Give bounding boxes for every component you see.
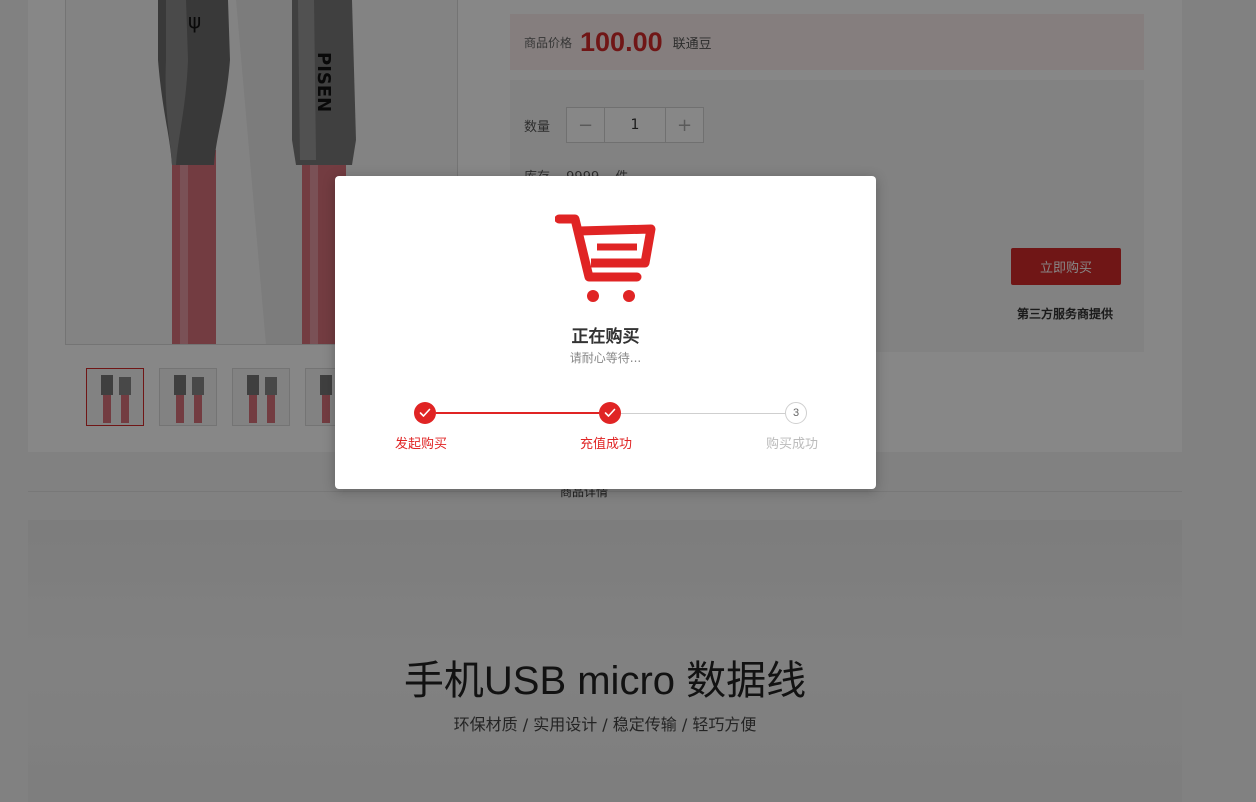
step-1-check-icon: [414, 402, 436, 424]
step-connector-pending: [621, 413, 785, 414]
purchase-progress-modal: 正在购买 请耐心等待... 3 发起购买 充值成功 购买成功: [335, 176, 876, 489]
modal-title: 正在购买: [571, 327, 640, 347]
step-3-label: 购买成功: [766, 437, 819, 452]
shopping-cart-icon: [554, 211, 659, 311]
step-1-label: 发起购买: [395, 437, 448, 452]
modal-subtitle: 请耐心等待...: [569, 351, 642, 365]
step-2-check-icon: [599, 402, 621, 424]
step-3-number: 3: [785, 402, 807, 424]
step-2-label: 充值成功: [580, 437, 633, 452]
progress-steps: 3 发起购买 充值成功 购买成功: [335, 402, 876, 462]
step-connector-done: [436, 412, 599, 414]
